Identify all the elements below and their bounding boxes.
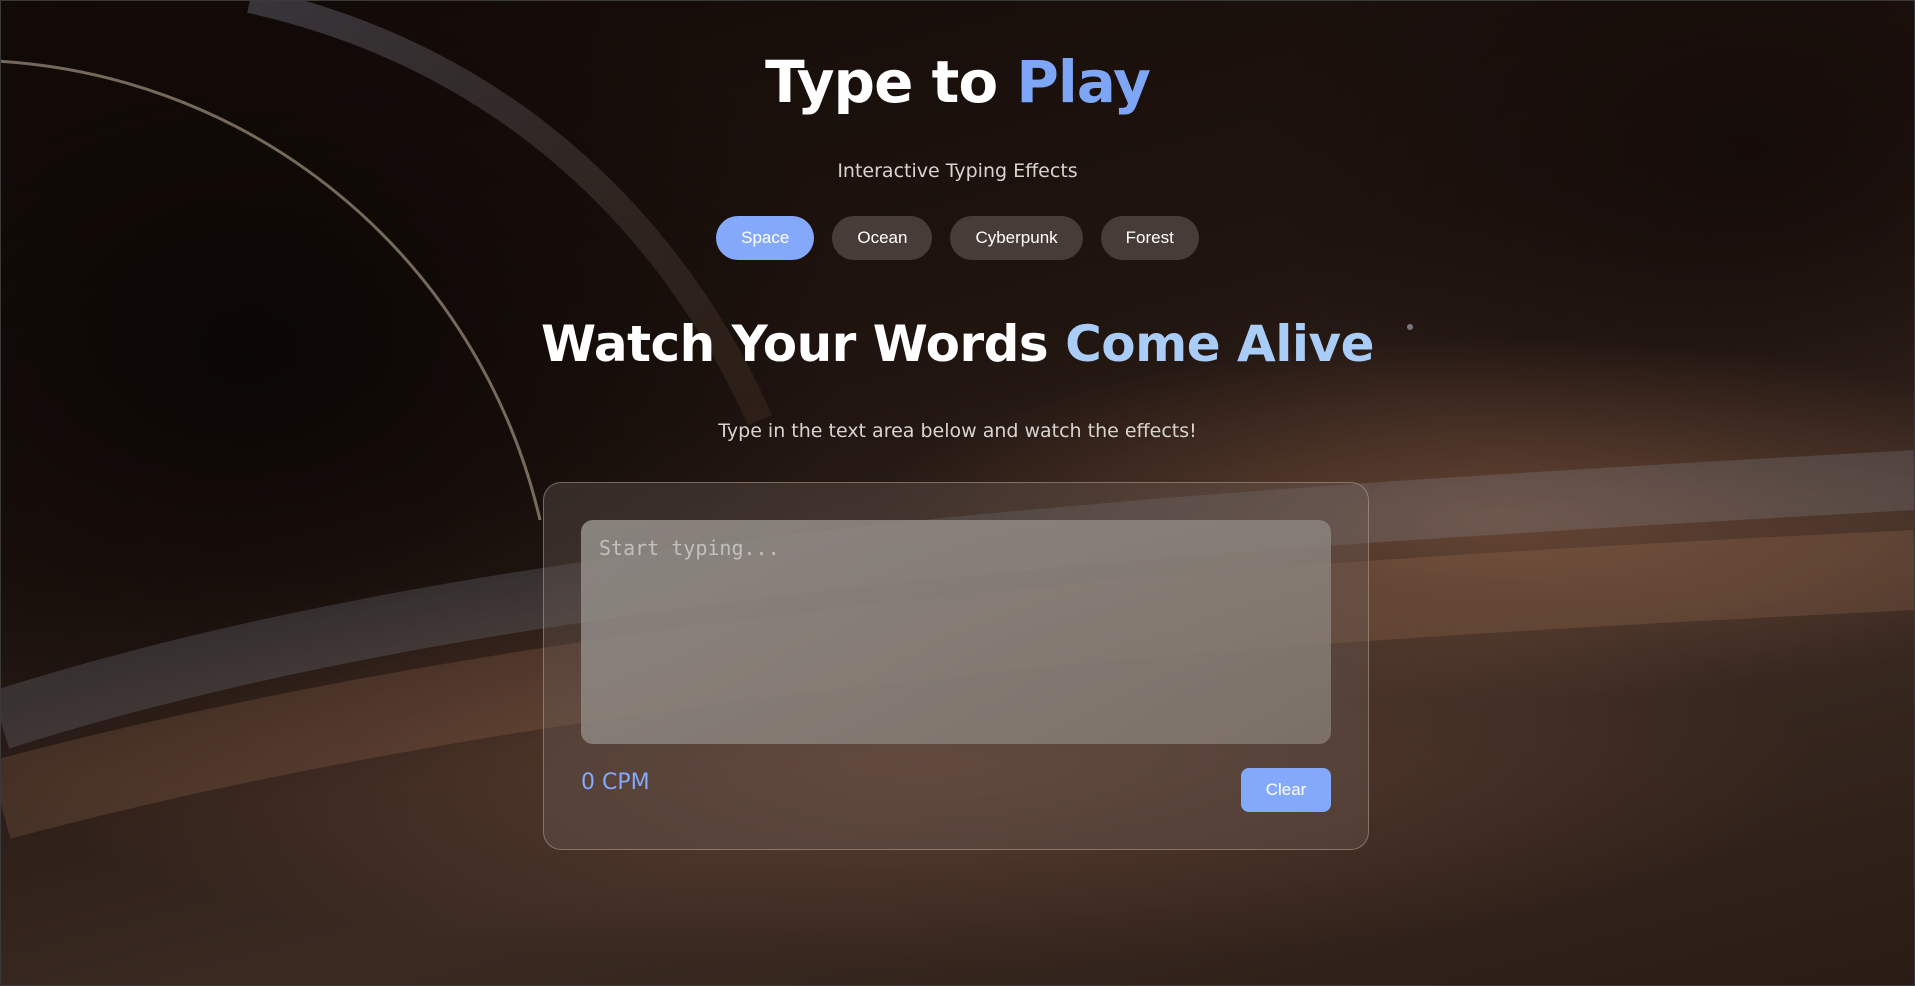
hero-headline: Watch Your Words Come Alive (0, 312, 1915, 376)
theme-button-forest[interactable]: Forest (1100, 216, 1199, 260)
hero-headline-accent: Come Alive (1065, 315, 1375, 373)
hero-headline-main: Watch Your Words (540, 315, 1066, 373)
app-title: Type to Play (0, 46, 1915, 118)
app-title-accent: Play (1016, 48, 1151, 116)
typing-panel: 0 CPM Clear (543, 482, 1369, 850)
app-title-main: Type to (765, 48, 1017, 116)
instruction-text: Type in the text area below and watch th… (718, 420, 1197, 442)
theme-button-space[interactable]: Space (716, 216, 815, 260)
theme-button-ocean[interactable]: Ocean (832, 216, 933, 260)
main-content: Type to Play Interactive Typing Effects … (0, 0, 1915, 986)
clear-button[interactable]: Clear (1241, 768, 1331, 812)
theme-button-cyberpunk[interactable]: Cyberpunk (950, 216, 1083, 260)
typing-textarea[interactable] (581, 520, 1331, 744)
cpm-counter: 0 CPM (581, 770, 650, 795)
app-subtitle: Interactive Typing Effects (837, 160, 1078, 182)
theme-selector: Space Ocean Cyberpunk Forest (0, 216, 1915, 260)
